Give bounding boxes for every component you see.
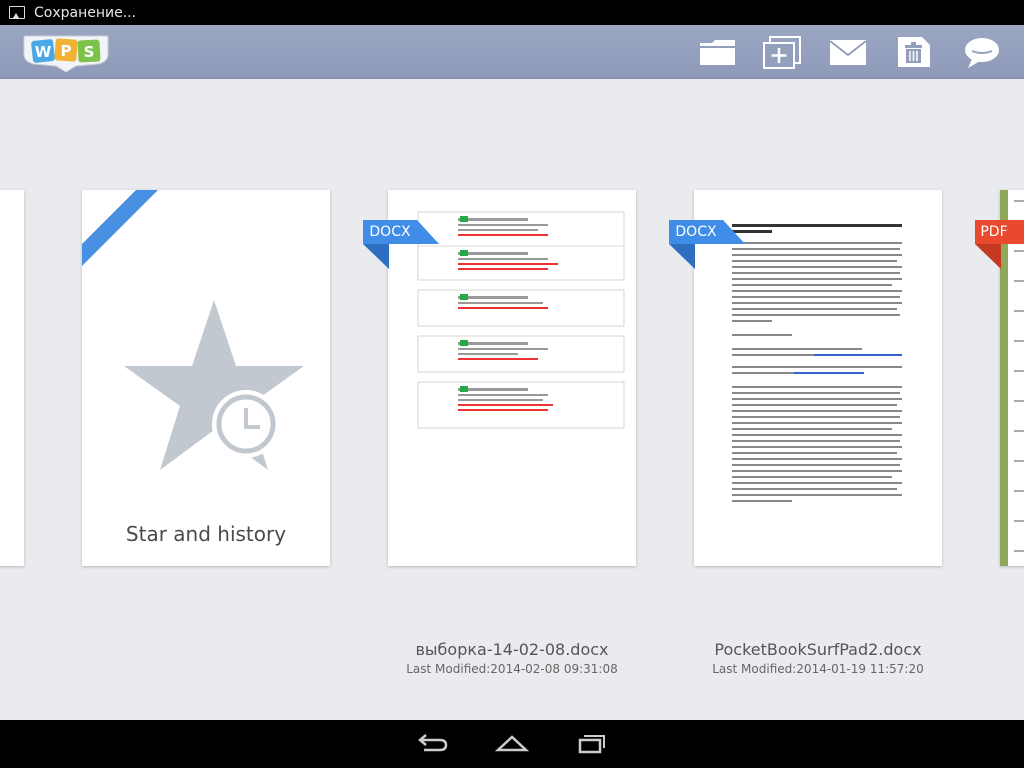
open-folder-icon[interactable]: [698, 35, 738, 69]
corner-ribbon: [82, 190, 158, 266]
delete-icon[interactable]: [894, 35, 934, 69]
recent-apps-icon[interactable]: [574, 732, 610, 756]
star-card-label: Star and history: [125, 522, 287, 546]
file-type-label: DOCX: [675, 224, 717, 240]
feedback-icon[interactable]: [962, 35, 1002, 69]
star-history-icon: [124, 300, 304, 470]
document-modified: Last Modified:2014-02-08 09:31:08: [406, 662, 618, 676]
document-name[interactable]: выборка-14-02-08.docx: [362, 640, 662, 659]
status-text: Сохранение...: [34, 4, 137, 21]
logo-letter-p: P: [61, 42, 72, 60]
wps-logo[interactable]: W P S: [22, 32, 110, 72]
logo-letter-s: S: [84, 43, 95, 61]
home-icon[interactable]: [494, 732, 530, 756]
document-name[interactable]: PocketBookSurfPad2.docx: [668, 640, 968, 659]
system-nav-bar: [0, 720, 1024, 768]
logo-letter-w: W: [35, 43, 52, 61]
image-notification-icon: [9, 6, 25, 19]
star-and-history-card[interactable]: Star and history: [82, 190, 330, 566]
mail-icon[interactable]: [828, 35, 868, 69]
document-modified: Last Modified:2014-01-19 11:57:20: [712, 662, 924, 676]
back-icon[interactable]: [414, 732, 450, 756]
partial-card-left[interactable]: [0, 190, 24, 566]
file-type-label: PDF: [980, 224, 1008, 240]
file-type-label: DOCX: [369, 224, 411, 240]
status-bar: Сохранение...: [0, 0, 1024, 25]
new-document-icon[interactable]: [762, 35, 802, 69]
app-toolbar: W P S: [0, 25, 1024, 79]
